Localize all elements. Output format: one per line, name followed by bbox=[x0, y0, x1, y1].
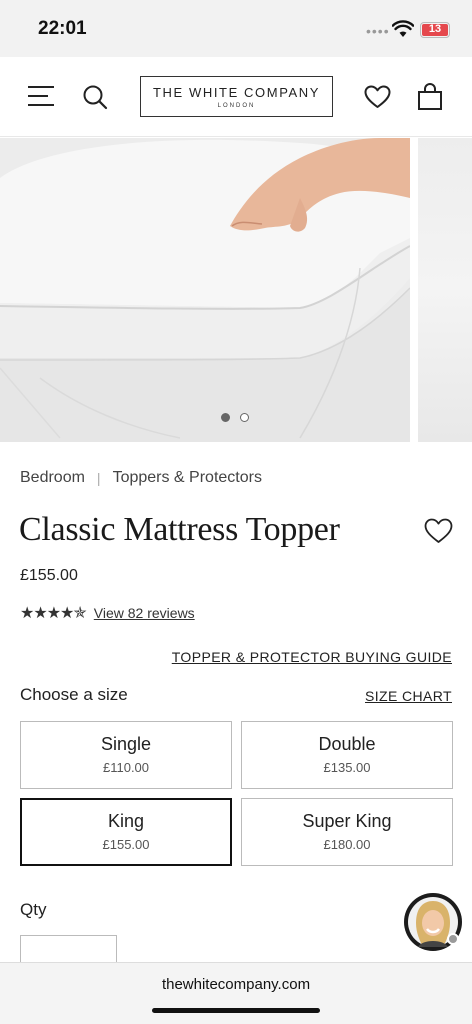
next-product-image-peek[interactable] bbox=[418, 138, 472, 442]
view-reviews-link[interactable]: View 82 reviews bbox=[94, 605, 195, 621]
breadcrumb-toppers-protectors[interactable]: Toppers & Protectors bbox=[113, 469, 262, 487]
status-time: 22:01 bbox=[38, 18, 87, 39]
shopping-bag-icon[interactable] bbox=[417, 83, 443, 111]
size-option-price: £110.00 bbox=[102, 760, 150, 775]
logo-main-text: THE WHITE COMPANY bbox=[152, 85, 321, 100]
size-option-price: £180.00 bbox=[323, 837, 371, 852]
product-title: Classic Mattress Topper bbox=[19, 511, 340, 548]
cellular-signal-icon: •••• bbox=[366, 23, 390, 39]
site-logo[interactable]: THE WHITE COMPANY LONDON bbox=[140, 76, 333, 117]
mattress-topper-photo bbox=[0, 138, 410, 442]
size-option-super-king[interactable]: Super King £180.00 bbox=[241, 798, 453, 866]
site-header: THE WHITE COMPANY LONDON bbox=[0, 57, 472, 137]
carousel-dot-2[interactable] bbox=[240, 413, 249, 422]
status-bar: 22:01 •••• 13 bbox=[0, 0, 472, 57]
size-option-price: £135.00 bbox=[323, 760, 371, 775]
home-indicator bbox=[152, 1008, 320, 1013]
carousel-dot-1[interactable] bbox=[221, 413, 230, 422]
browser-url-bar[interactable]: thewhitecompany.com bbox=[0, 962, 472, 1024]
battery-level: 13 bbox=[422, 24, 448, 36]
product-rating: ★★★★✯ View 82 reviews bbox=[20, 603, 195, 623]
rating-stars-icon: ★★★★✯ bbox=[20, 605, 87, 622]
buying-guide-link[interactable]: TOPPER & PROTECTOR BUYING GUIDE bbox=[172, 649, 452, 665]
size-chart-link[interactable]: SIZE CHART bbox=[365, 688, 452, 704]
chat-status-indicator bbox=[447, 933, 459, 945]
url-text: thewhitecompany.com bbox=[161, 976, 311, 993]
carousel-dots bbox=[221, 413, 249, 422]
breadcrumb-bedroom[interactable]: Bedroom bbox=[20, 469, 85, 487]
add-to-wishlist-heart-icon[interactable] bbox=[424, 518, 453, 544]
size-option-name: Double bbox=[318, 734, 376, 754]
logo-sub-text: LONDON bbox=[217, 103, 256, 109]
wifi-icon bbox=[392, 20, 414, 37]
size-option-name: Single bbox=[100, 734, 152, 754]
menu-icon[interactable] bbox=[28, 83, 54, 109]
breadcrumb: Bedroom | Toppers & Protectors bbox=[20, 469, 262, 487]
battery-icon: 13 bbox=[420, 22, 450, 38]
size-option-king[interactable]: King £155.00 bbox=[20, 798, 232, 866]
size-option-name: Super King bbox=[302, 811, 392, 831]
product-image bbox=[0, 138, 410, 442]
product-price: £155.00 bbox=[20, 567, 78, 584]
search-icon[interactable] bbox=[82, 84, 108, 110]
product-image-carousel[interactable] bbox=[0, 138, 472, 442]
size-option-price: £155.00 bbox=[102, 837, 150, 852]
size-option-name: King bbox=[107, 811, 145, 831]
size-option-single[interactable]: Single £110.00 bbox=[20, 721, 232, 789]
breadcrumb-separator: | bbox=[96, 470, 101, 486]
size-heading: Choose a size bbox=[20, 685, 128, 704]
size-option-double[interactable]: Double £135.00 bbox=[241, 721, 453, 789]
quantity-label: Qty bbox=[20, 900, 47, 919]
heart-icon[interactable] bbox=[364, 85, 391, 109]
